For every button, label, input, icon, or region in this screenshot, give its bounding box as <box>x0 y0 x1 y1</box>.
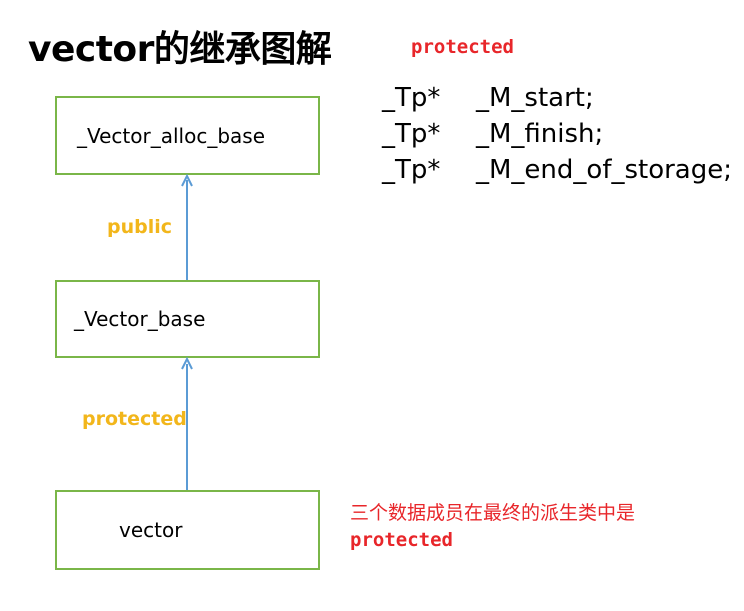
access-note-code: protected <box>350 529 453 551</box>
access-note-text: 三个数据成员在最终的派生类中是 <box>350 502 636 524</box>
inheritance-label-public: public <box>107 216 173 238</box>
access-note: 三个数据成员在最终的派生类中是 protected <box>350 500 635 554</box>
inheritance-label-protected: protected <box>82 408 187 430</box>
arrow-base-to-alloc-base <box>181 173 193 280</box>
